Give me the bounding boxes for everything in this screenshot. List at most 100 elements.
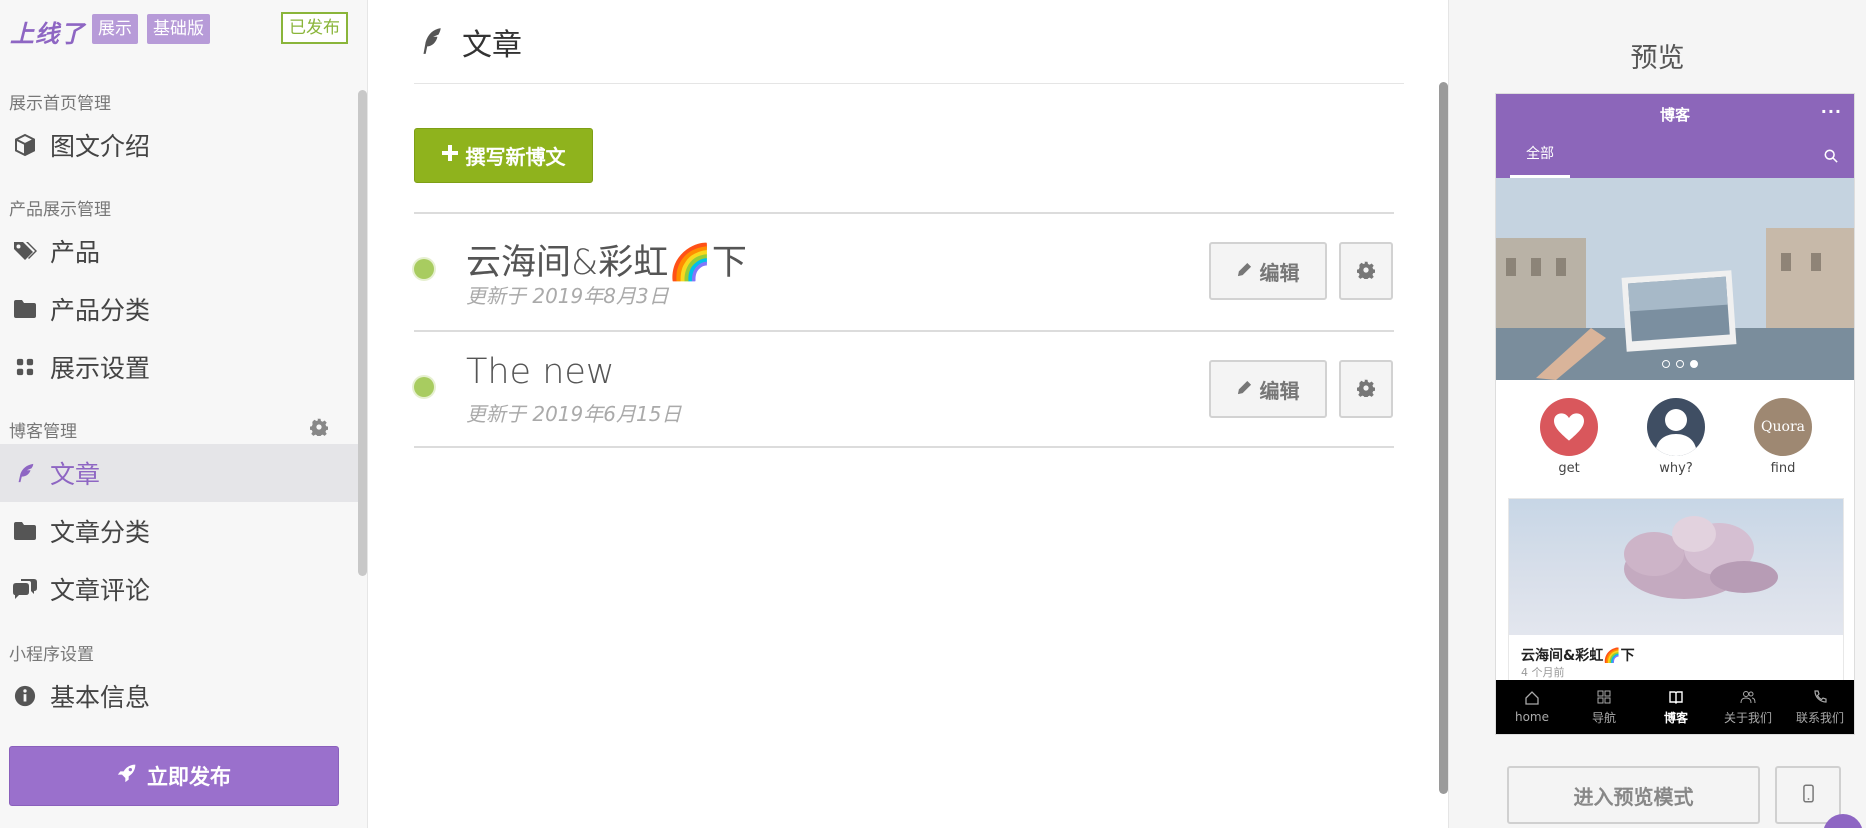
section-product-heading: 产品展示管理 xyxy=(9,200,111,220)
sidebar-item-article-categories[interactable]: 文章分类 xyxy=(0,502,358,560)
phone-preview[interactable]: 博客 ··· 全部 get why? Quora find 云海间&彩虹🌈下 4… xyxy=(1495,93,1855,735)
brand-row: 上线了 展示 基础版 已发布 xyxy=(10,12,360,48)
quick-icon-why[interactable]: why? xyxy=(1641,398,1711,476)
publish-now-label: 立即发布 xyxy=(147,766,231,789)
edit-post-button[interactable]: 编辑 xyxy=(1209,360,1327,418)
edit-label: 编辑 xyxy=(1259,380,1300,403)
quick-icon-find[interactable]: Quora find xyxy=(1748,398,1818,476)
app-logo[interactable]: 上线了 xyxy=(10,14,85,49)
enter-preview-mode-button[interactable]: 进入预览模式 xyxy=(1507,766,1760,824)
phone-nav-contact[interactable]: 联系我们 xyxy=(1784,680,1854,734)
post-updated-date: 更新于 2019年8月3日 xyxy=(466,284,669,308)
phone-nav-navigation[interactable]: 导航 xyxy=(1568,680,1640,734)
info-circle-icon xyxy=(10,681,40,711)
phone-nav-home[interactable]: home xyxy=(1496,680,1568,734)
preview-pane: 预览 博客 ··· 全部 get why? Quora find 云海间&彩虹🌈… xyxy=(1448,0,1866,828)
phone-header: 博客 ··· xyxy=(1496,94,1854,134)
mobile-phone-icon xyxy=(1802,784,1814,806)
sidebar-item-products[interactable]: 产品 xyxy=(0,222,358,280)
sidebar-item-label: 文章分类 xyxy=(50,518,151,547)
sidebar-item-product-categories[interactable]: 产品分类 xyxy=(0,280,358,338)
sidebar-item-articles[interactable]: 文章 xyxy=(0,444,358,502)
write-new-post-button[interactable]: 撰写新博文 xyxy=(414,128,593,183)
quick-icon-get[interactable]: get xyxy=(1534,398,1604,476)
published-status-dot xyxy=(414,377,434,397)
folder-icon xyxy=(10,294,40,324)
folder-icon xyxy=(10,516,40,546)
phone-nav-label: 导航 xyxy=(1591,710,1616,725)
plan-tag-basic: 基础版 xyxy=(147,14,210,44)
sidebar: 上线了 展示 基础版 已发布 展示首页管理 图文介绍 产品展示管理 产品 产品分… xyxy=(0,0,368,828)
phone-header-title: 博客 xyxy=(1659,105,1690,124)
quick-icon-label: find xyxy=(1770,461,1796,476)
blog-settings-gear-icon[interactable] xyxy=(309,418,330,438)
post-row[interactable]: The new 更新于 2019年6月15日 编辑 xyxy=(414,330,1394,448)
sidebar-item-article-comments[interactable]: 文章评论 xyxy=(0,560,358,618)
publish-now-button[interactable]: 立即发布 xyxy=(9,746,339,806)
banner-image[interactable] xyxy=(1496,178,1854,380)
mobile-preview-button[interactable] xyxy=(1775,766,1841,824)
banner-dot[interactable] xyxy=(1662,360,1670,368)
user-icon xyxy=(1647,398,1705,456)
phone-tabs: 全部 xyxy=(1496,134,1854,178)
blog-post-card[interactable]: 云海间&彩虹🌈下 4 个月前 xyxy=(1508,498,1844,688)
post-updated-date: 更新于 2019年6月15日 xyxy=(466,402,682,426)
preview-title: 预览 xyxy=(1630,43,1685,74)
sidebar-item-basic-info[interactable]: 基本信息 xyxy=(0,667,358,725)
sidebar-item-label: 基本信息 xyxy=(50,683,151,712)
banner-venice-illustration xyxy=(1496,178,1854,380)
post-settings-button[interactable] xyxy=(1339,360,1393,418)
sidebar-item-display-settings[interactable]: 展示设置 xyxy=(0,338,358,396)
edit-label: 编辑 xyxy=(1259,262,1300,285)
quick-icon-label: get xyxy=(1558,461,1580,476)
published-status-badge: 已发布 xyxy=(281,12,348,44)
grid-icon xyxy=(1597,690,1611,703)
sidebar-item-graphic-intro[interactable]: 图文介绍 xyxy=(0,116,358,174)
published-status-dot xyxy=(414,259,434,279)
banner-dot-active[interactable] xyxy=(1690,360,1698,368)
quill-icon xyxy=(10,458,40,488)
phone-nav-blog[interactable]: 博客 xyxy=(1640,680,1712,734)
section-home-heading: 展示首页管理 xyxy=(9,94,111,114)
phone-nav-label: 联系我们 xyxy=(1795,710,1844,725)
post-list: 云海间&彩虹🌈下 更新于 2019年8月3日 编辑 The new 更新于 20… xyxy=(414,212,1394,448)
write-new-post-label: 撰写新博文 xyxy=(465,147,566,169)
tags-icon xyxy=(10,236,40,266)
section-blog-heading: 博客管理 xyxy=(9,422,77,442)
main-content: 文章 撰写新博文 云海间&彩虹🌈下 更新于 2019年8月3日 编辑 The n… xyxy=(369,0,1448,828)
grid-icon xyxy=(10,352,40,382)
edit-post-button[interactable]: 编辑 xyxy=(1209,242,1327,300)
cube-icon xyxy=(10,130,40,160)
main-scrollbar[interactable] xyxy=(1439,82,1448,794)
sidebar-item-label: 展示设置 xyxy=(50,354,151,383)
sidebar-item-label: 文章 xyxy=(50,460,101,489)
search-icon[interactable] xyxy=(1824,148,1840,164)
phone-nav-label: 博客 xyxy=(1663,710,1688,725)
post-card-title: 云海间&彩虹🌈下 xyxy=(1521,648,1635,664)
quick-icons: get why? Quora find xyxy=(1496,398,1854,480)
pencil-icon xyxy=(1237,260,1252,283)
page-header: 文章 xyxy=(414,0,1404,84)
quora-logo-text: Quora xyxy=(1761,419,1805,435)
plan-tag-display: 展示 xyxy=(92,14,138,44)
phone-icon xyxy=(1814,689,1827,703)
phone-nav-about[interactable]: 关于我们 xyxy=(1712,680,1784,734)
quick-icon-label: why? xyxy=(1659,461,1693,476)
post-title[interactable]: The new xyxy=(466,352,615,392)
rocket-icon xyxy=(117,763,137,789)
banner-dot[interactable] xyxy=(1676,360,1684,368)
post-row[interactable]: 云海间&彩虹🌈下 更新于 2019年8月3日 编辑 xyxy=(414,212,1394,330)
sidebar-scrollbar[interactable] xyxy=(358,90,367,576)
more-dots-icon[interactable]: ··· xyxy=(1821,102,1842,121)
banner-pagination xyxy=(1662,360,1698,368)
post-title[interactable]: 云海间&彩虹🌈下 xyxy=(466,234,747,285)
gear-icon xyxy=(1356,379,1376,400)
sidebar-item-label: 图文介绍 xyxy=(50,132,151,161)
heart-icon xyxy=(1540,398,1598,456)
sidebar-item-label: 产品 xyxy=(50,238,101,267)
post-settings-button[interactable] xyxy=(1339,242,1393,300)
phone-tab-all[interactable]: 全部 xyxy=(1510,134,1570,178)
users-icon xyxy=(1740,690,1756,703)
phone-nav-label: home xyxy=(1514,710,1550,724)
phone-bottom-nav: home 导航 博客 关于我们 联系我们 xyxy=(1496,680,1854,734)
